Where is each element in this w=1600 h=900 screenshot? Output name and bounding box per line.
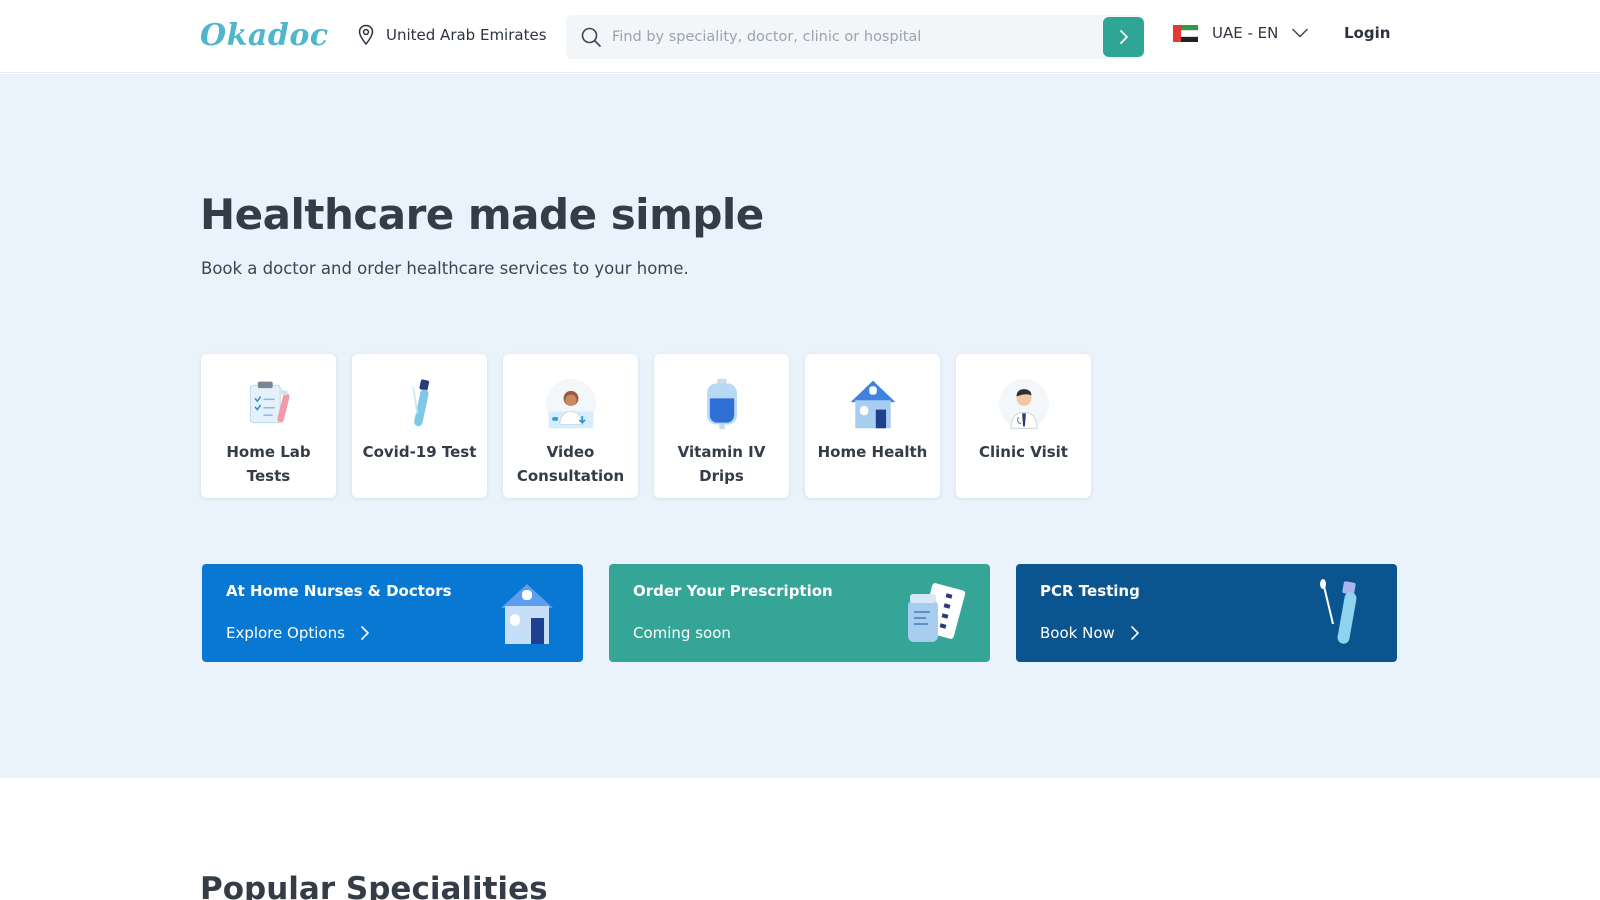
- language-selector[interactable]: UAE - EN: [1173, 24, 1309, 42]
- location-selector[interactable]: United Arab Emirates: [356, 24, 547, 46]
- promo-cta-label: Explore Options: [226, 624, 345, 642]
- doctor-icon: [998, 378, 1049, 430]
- promo-order-prescription[interactable]: Order Your Prescription Coming soon: [609, 564, 990, 662]
- clipboard-test-icon: [249, 381, 290, 424]
- service-label: Clinic Visit: [979, 443, 1068, 461]
- top-navbar: Okadoc United Arab Emirates UAE - EN Log…: [0, 0, 1600, 73]
- search-submit-button[interactable]: [1103, 17, 1144, 57]
- service-label: Covid-19 Test: [362, 443, 477, 461]
- iv-bag-icon: [706, 378, 737, 430]
- chevron-right-icon: [361, 626, 369, 640]
- promo-home-nurses-doctors[interactable]: At Home Nurses & Doctors Explore Options: [202, 564, 583, 662]
- login-link[interactable]: Login: [1344, 24, 1390, 42]
- chevron-right-icon: [1119, 30, 1128, 44]
- search-icon: [581, 27, 601, 47]
- promo-title: PCR Testing: [1040, 582, 1140, 600]
- promo-cta-label: Book Now: [1040, 624, 1115, 642]
- search-bar: [566, 15, 1144, 59]
- house-icon: [850, 380, 895, 429]
- chevron-right-icon: [1130, 626, 1139, 640]
- hero-section: Healthcare made simple Book a doctor and…: [0, 74, 1600, 778]
- uae-flag-icon: [1173, 24, 1198, 42]
- promo-title: At Home Nurses & Doctors: [226, 582, 452, 600]
- section-title-popular-specialities: Popular Specialities: [200, 871, 548, 900]
- promo-pcr-testing[interactable]: PCR Testing Book Now: [1016, 564, 1397, 662]
- service-label: Vitamin IV Drips: [677, 443, 766, 485]
- service-card-clinic-visit[interactable]: Clinic Visit: [956, 354, 1091, 498]
- hero-subtitle: Book a doctor and order healthcare servi…: [201, 259, 689, 278]
- promo-cta[interactable]: Book Now: [1040, 624, 1141, 642]
- service-label: Home Health: [817, 443, 928, 461]
- search-input[interactable]: [612, 29, 1092, 45]
- house-icon: [501, 584, 553, 644]
- okadoc-logo[interactable]: Okadoc: [200, 18, 329, 53]
- service-card-covid-19-test[interactable]: Covid-19 Test: [352, 354, 487, 498]
- service-card-home-lab-tests[interactable]: Home Lab Tests: [201, 354, 336, 498]
- service-card-vitamin-iv-drips[interactable]: Vitamin IV Drips: [654, 354, 789, 498]
- promo-title: Order Your Prescription: [633, 582, 833, 600]
- swab-tube-icon: [412, 379, 429, 427]
- promo-cta: Coming soon: [633, 624, 731, 642]
- language-label: UAE - EN: [1212, 24, 1279, 42]
- doctor-video-icon: [545, 378, 596, 430]
- service-cards: Home Lab Tests Covid-19 Test Video Consu…: [201, 354, 1091, 498]
- service-card-video-consultation[interactable]: Video Consultation: [503, 354, 638, 498]
- service-card-home-health[interactable]: Home Health: [805, 354, 940, 498]
- location-label: United Arab Emirates: [386, 26, 547, 44]
- service-label: Video Consultation: [516, 443, 625, 485]
- chevron-down-icon: [1292, 28, 1309, 38]
- promo-banners: At Home Nurses & Doctors Explore Options…: [202, 564, 1397, 662]
- prescription-icon: [908, 583, 966, 642]
- swab-tube-icon: [1320, 579, 1357, 644]
- location-pin-icon: [358, 24, 374, 46]
- hero-title: Healthcare made simple: [200, 190, 764, 239]
- promo-cta[interactable]: Explore Options: [226, 624, 371, 642]
- promo-cta-label: Coming soon: [633, 624, 731, 642]
- service-label: Home Lab Tests: [226, 443, 311, 485]
